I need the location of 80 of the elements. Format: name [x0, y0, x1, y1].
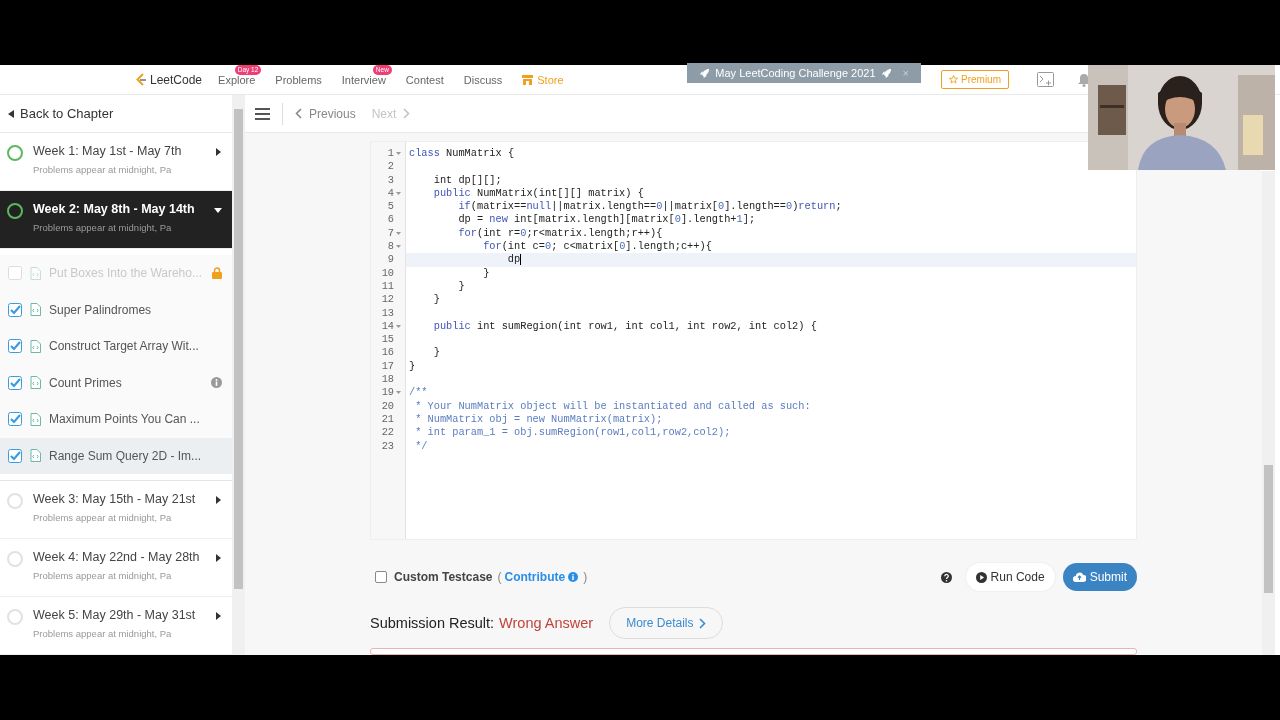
week-title: Week 1: May 1st - May 7th: [33, 144, 183, 158]
logo[interactable]: LeetCode: [135, 72, 203, 87]
line-number: 19: [381, 386, 394, 400]
code-line: int dp[][];: [432, 173, 502, 186]
problem-item[interactable]: Super Palindromes: [0, 291, 232, 328]
code-line: dp = new int[matrix.length][matrix[0].length+1];: [457, 213, 756, 226]
week-subtitle: Problems appear at midnight, Pa: [33, 222, 173, 233]
contribute-link[interactable]: Contribute: [504, 570, 566, 584]
code-line: }: [432, 293, 440, 306]
code-line: public NumMatrix(int[][] matrix) {: [432, 186, 644, 199]
problem-title: Count Primes: [49, 375, 123, 390]
week-subtitle: Problems appear at midnight, Pa: [33, 512, 173, 523]
code-line: * Your NumMatrix object will be instantiated and called as such:: [414, 399, 811, 412]
line-number: 13: [381, 306, 394, 320]
week-title: Week 2: May 8th - May 14th: [33, 202, 196, 216]
code-line: }: [409, 359, 416, 372]
code-line: public int sumRegion(int row1, int col1, int row2, int col2) {: [432, 319, 817, 332]
paren: ): [583, 570, 588, 584]
week-title: Week 3: May 15th - May 21st: [33, 492, 197, 506]
problem-title: Construct Target Array Wit...: [49, 339, 200, 354]
code-line: * int param_1 = obj.sumRegion(row1,col1,row2,col2);: [414, 426, 731, 439]
nav-link[interactable]: Explore: [218, 73, 256, 86]
line-number: 6: [387, 213, 394, 227]
week-subtitle: Problems appear at midnight, Pa: [33, 164, 173, 175]
submit-button[interactable]: Submit: [1062, 563, 1137, 591]
code-line: }: [457, 279, 465, 292]
week-subtitle: Problems appear at midnight, Pa: [33, 628, 173, 639]
line-number: 9: [387, 253, 394, 267]
line-number: 5: [387, 200, 394, 214]
line-number: 21: [381, 412, 394, 427]
checkbox-label: Custom Testcase: [394, 570, 493, 584]
line-number: 12: [381, 293, 394, 307]
code-line: for(int r=0;r<matrix.length;r++){: [457, 226, 663, 239]
line-number: 3: [387, 173, 394, 187]
banner-text: May LeetCoding Challenge 2021: [715, 67, 876, 79]
code-line: /**: [409, 386, 428, 399]
line-number: 11: [381, 279, 394, 294]
line-number: 1: [387, 147, 394, 161]
problem-title: Maximum Points You Can ...: [49, 412, 201, 427]
line-number: 15: [381, 333, 394, 347]
week-item[interactable]: Week 2: May 8th - May 14th Problems appear at midnight, Pa: [0, 191, 232, 249]
problem-title: Range Sum Query 2D - Im...: [49, 448, 203, 463]
code-line: }: [482, 266, 490, 279]
previous-button[interactable]: Previous: [295, 106, 356, 121]
result-label: Submission Result:: [370, 615, 495, 631]
line-number: 17: [381, 359, 394, 374]
nav-link[interactable]: Interview: [341, 73, 386, 86]
paren: (: [497, 570, 502, 584]
code-line: for(int c=0; c<matrix[0].length;c++){: [482, 240, 712, 253]
problem-item[interactable]: Range Sum Query 2D - Im...: [0, 437, 232, 474]
line-number: 23: [381, 439, 394, 453]
more-details-button[interactable]: More Details: [609, 607, 723, 639]
line-number: 20: [381, 399, 394, 413]
code-line: */: [414, 439, 428, 452]
line-number: 4: [387, 186, 394, 201]
week-subtitle: Problems appear at midnight, Pa: [33, 570, 173, 581]
week-title: Week 5: May 29th - May 31st: [33, 608, 197, 622]
line-number: 7: [387, 226, 394, 241]
problem-title: Super Palindromes: [49, 302, 153, 317]
nav-link[interactable]: Problems: [275, 73, 322, 86]
nav-link[interactable]: Contest: [405, 73, 444, 86]
line-number: 16: [381, 346, 394, 360]
run-code-button[interactable]: Run Code: [965, 563, 1055, 591]
nav-link[interactable]: Discuss: [463, 73, 503, 86]
code-line: dp: [506, 253, 521, 266]
problem-item[interactable]: Count Primes: [0, 364, 232, 401]
code-line: class NumMatrix {: [409, 147, 515, 159]
code-line: if(matrix==null||matrix.length==0||matrix[0].length==0)return;: [457, 200, 842, 213]
code-line: }: [432, 346, 440, 359]
code-line: * NumMatrix obj = new NumMatrix(matrix);: [414, 412, 663, 425]
week-title: Week 4: May 22nd - May 28th: [33, 550, 201, 564]
line-number: 18: [381, 373, 394, 387]
line-number: 10: [381, 266, 394, 280]
line-number: 22: [381, 426, 394, 440]
line-number: 8: [387, 240, 394, 254]
problem-item[interactable]: Maximum Points You Can ...: [0, 401, 232, 438]
line-number: 2: [387, 160, 394, 174]
line-number: 14: [381, 319, 394, 334]
result-status: Wrong Answer: [499, 615, 594, 631]
problem-item[interactable]: Construct Target Array Wit...: [0, 328, 232, 365]
